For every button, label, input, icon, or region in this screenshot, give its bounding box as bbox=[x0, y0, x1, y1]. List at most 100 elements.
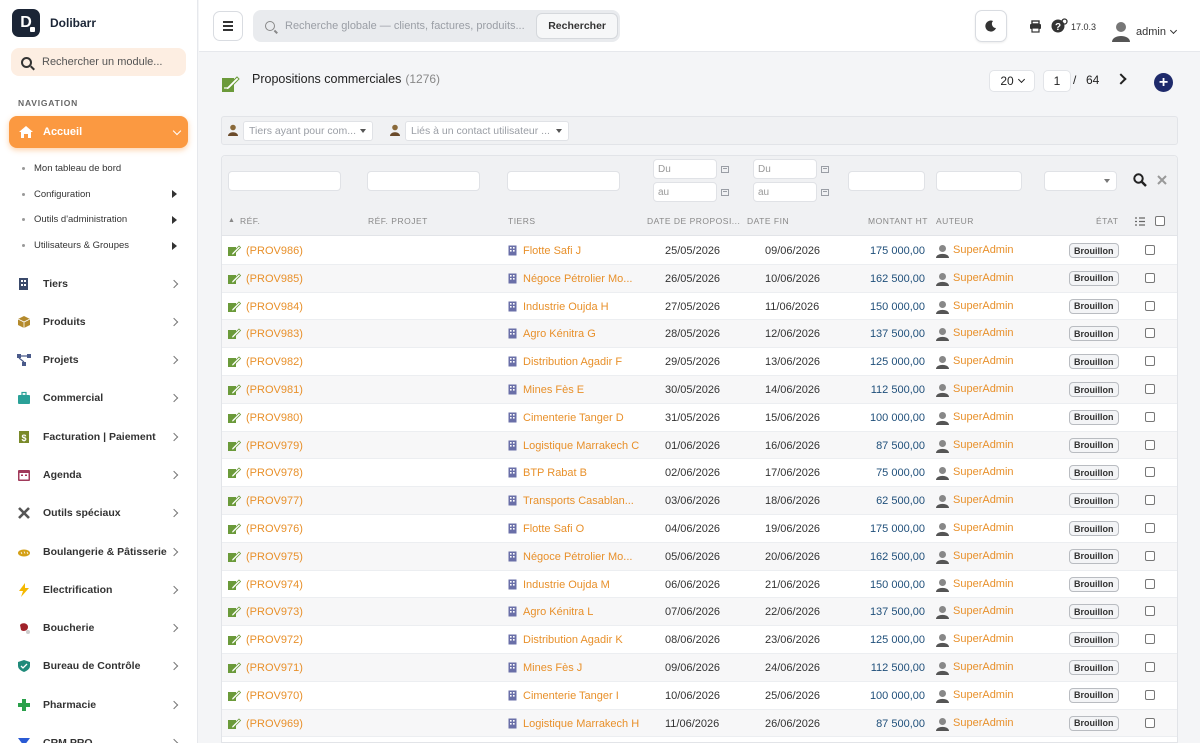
avatar[interactable] bbox=[1111, 20, 1131, 42]
proposal-ref-link[interactable]: (PROV974) bbox=[246, 579, 303, 591]
author-link[interactable]: SuperAdmin bbox=[953, 661, 1014, 673]
row-checkbox[interactable] bbox=[1145, 689, 1155, 700]
proposal-ref-link[interactable]: (PROV971) bbox=[246, 662, 303, 674]
proposal-ref-link[interactable]: (PROV980) bbox=[246, 412, 303, 424]
date-to-input[interactable]: au bbox=[653, 182, 717, 202]
col-ref[interactable]: RÉF. bbox=[240, 216, 260, 226]
table-row[interactable]: (PROV971) Mines Fès J 09/06/2026 24/06/2026… bbox=[222, 654, 1177, 682]
tiers-link[interactable]: Agro Kénitra L bbox=[523, 606, 593, 618]
table-row[interactable]: (PROV972) Distribution Agadir K 08/06/2026… bbox=[222, 626, 1177, 654]
column-list-icon[interactable] bbox=[1135, 217, 1145, 226]
tiers-link[interactable]: Industrie Oujda M bbox=[523, 579, 610, 591]
author-link[interactable]: SuperAdmin bbox=[953, 411, 1014, 423]
tiers-link[interactable]: Cimenterie Tanger I bbox=[523, 690, 619, 702]
author-link[interactable]: SuperAdmin bbox=[953, 300, 1014, 312]
sidebar-item-boulangerie-p-tisserie[interactable]: Boulangerie & Pâtisserie bbox=[0, 532, 197, 570]
proposal-ref-link[interactable]: (PROV976) bbox=[246, 523, 303, 535]
sidebar-item-produits[interactable]: Produits bbox=[0, 303, 197, 341]
ref-filter-input[interactable] bbox=[228, 171, 341, 191]
row-checkbox[interactable] bbox=[1145, 578, 1155, 589]
author-link[interactable]: SuperAdmin bbox=[953, 605, 1014, 617]
user-name[interactable]: admin bbox=[1136, 26, 1166, 38]
table-row[interactable]: (PROV973) Agro Kénitra L 07/06/2026 22/06/2… bbox=[222, 598, 1177, 627]
table-row[interactable]: (PROV983) Agro Kénitra G 28/05/2026 12/06/2… bbox=[222, 320, 1177, 349]
calendar-icon[interactable] bbox=[821, 166, 829, 173]
author-link[interactable]: SuperAdmin bbox=[953, 466, 1014, 478]
table-row[interactable]: (PROV974) Industrie Oujda M 06/06/2026 21/0… bbox=[222, 571, 1177, 599]
proposal-ref-link[interactable]: (PROV984) bbox=[246, 301, 303, 313]
tiers-link[interactable]: Négoce Pétrolier Mo... bbox=[523, 273, 632, 285]
tiers-filter-input[interactable] bbox=[507, 171, 620, 191]
clear-filter-icon[interactable] bbox=[1157, 175, 1167, 185]
author-link[interactable]: SuperAdmin bbox=[953, 522, 1014, 534]
row-checkbox[interactable] bbox=[1145, 356, 1155, 367]
proposal-ref-link[interactable]: (PROV972) bbox=[246, 634, 303, 646]
add-proposal-button[interactable]: + bbox=[1154, 73, 1173, 92]
end-date-from-input[interactable]: Du bbox=[753, 159, 817, 179]
sidebar-item-pharmacie[interactable]: Pharmacie bbox=[0, 686, 197, 724]
tiers-link[interactable]: Logistique Marrakech C bbox=[523, 440, 639, 452]
col-end-date[interactable]: DATE FIN bbox=[747, 216, 789, 226]
calendar-icon[interactable] bbox=[821, 189, 829, 196]
row-checkbox[interactable] bbox=[1145, 384, 1155, 394]
proposal-ref-link[interactable]: (PROV970) bbox=[246, 690, 303, 702]
row-checkbox[interactable] bbox=[1145, 523, 1155, 533]
col-tiers[interactable]: TIERS bbox=[508, 216, 536, 226]
calendar-icon[interactable] bbox=[721, 166, 729, 173]
global-search-input[interactable] bbox=[285, 20, 525, 32]
proposal-icon[interactable] bbox=[228, 662, 241, 674]
sidebar-item-outils-sp-ciaux[interactable]: Outils spéciaux bbox=[0, 494, 197, 532]
table-row[interactable]: (PROV986) Flotte Safi J 25/05/2026 09/06/20… bbox=[222, 237, 1177, 265]
printer-icon[interactable] bbox=[1029, 20, 1042, 33]
proposal-icon[interactable] bbox=[228, 412, 241, 424]
proposal-icon[interactable] bbox=[228, 579, 241, 591]
author-filter-input[interactable] bbox=[936, 171, 1022, 191]
date-from-input[interactable]: Du bbox=[653, 159, 717, 179]
table-row[interactable]: (PROV976) Flotte Safi O 04/06/2026 19/06/20… bbox=[222, 515, 1177, 543]
proposal-ref-link[interactable]: (PROV982) bbox=[246, 356, 303, 368]
proposal-ref-link[interactable]: (PROV985) bbox=[246, 273, 303, 285]
search-icon[interactable] bbox=[1133, 173, 1147, 187]
row-checkbox[interactable] bbox=[1145, 439, 1155, 450]
sidebar-subitem[interactable]: Utilisateurs & Groupes bbox=[0, 233, 197, 259]
proposal-icon[interactable] bbox=[228, 384, 241, 396]
tiers-link[interactable]: BTP Rabat B bbox=[523, 467, 587, 479]
search-button[interactable]: Rechercher bbox=[536, 13, 618, 39]
proposal-ref-link[interactable]: (PROV973) bbox=[246, 606, 303, 618]
sidebar-item-facturation-paiement[interactable]: $ Facturation | Paiement bbox=[0, 418, 197, 456]
sidebar-item-boucherie[interactable]: Boucherie bbox=[0, 609, 197, 647]
author-link[interactable]: SuperAdmin bbox=[953, 689, 1014, 701]
sidebar-item-accueil[interactable]: Accueil bbox=[9, 116, 188, 148]
sidebar-item-projets[interactable]: Projets bbox=[0, 341, 197, 379]
chevron-down-icon[interactable] bbox=[1169, 26, 1178, 35]
table-row[interactable]: (PROV981) Mines Fès E 30/05/2026 14/06/2026… bbox=[222, 376, 1177, 404]
col-author[interactable]: AUTEUR bbox=[936, 216, 974, 226]
table-row[interactable]: (PROV984) Industrie Oujda H 27/05/2026 11/0… bbox=[222, 293, 1177, 321]
proposal-icon[interactable] bbox=[228, 440, 241, 452]
row-checkbox[interactable] bbox=[1145, 662, 1155, 672]
tiers-link[interactable]: Flotte Safi O bbox=[523, 523, 584, 535]
sidebar-item-electrification[interactable]: Electrification bbox=[0, 571, 197, 609]
proposal-icon[interactable] bbox=[228, 690, 241, 702]
row-checkbox[interactable] bbox=[1145, 328, 1155, 339]
tiers-link[interactable]: Mines Fès E bbox=[523, 384, 584, 396]
tiers-link[interactable]: Agro Kénitra G bbox=[523, 328, 596, 340]
proposal-icon[interactable] bbox=[228, 606, 241, 618]
select-all-checkbox[interactable] bbox=[1155, 216, 1165, 226]
sort-asc-icon[interactable]: ▲ bbox=[228, 217, 235, 224]
project-ref-filter-input[interactable] bbox=[367, 171, 480, 191]
module-search-input[interactable]: Rechercher un module... bbox=[11, 48, 186, 76]
sidebar-item-tiers[interactable]: Tiers bbox=[0, 264, 197, 302]
tiers-filter-select[interactable]: Tiers ayant pour com... bbox=[243, 121, 373, 141]
proposal-icon[interactable] bbox=[228, 718, 241, 730]
tiers-link[interactable]: Logistique Marrakech H bbox=[523, 718, 639, 730]
table-row[interactable]: (PROV969) Logistique Marrakech H 11/06/202… bbox=[222, 709, 1177, 738]
proposal-icon[interactable] bbox=[228, 495, 241, 507]
proposal-icon[interactable] bbox=[228, 245, 241, 257]
menu-toggle-button[interactable] bbox=[213, 11, 243, 41]
table-row[interactable]: (PROV979) Logistique Marrakech C 01/06/202… bbox=[222, 431, 1177, 460]
proposal-ref-link[interactable]: (PROV981) bbox=[246, 384, 303, 396]
author-link[interactable]: SuperAdmin bbox=[953, 633, 1014, 645]
author-link[interactable]: SuperAdmin bbox=[953, 244, 1014, 256]
col-project-ref[interactable]: RÉF. PROJET bbox=[368, 216, 428, 226]
